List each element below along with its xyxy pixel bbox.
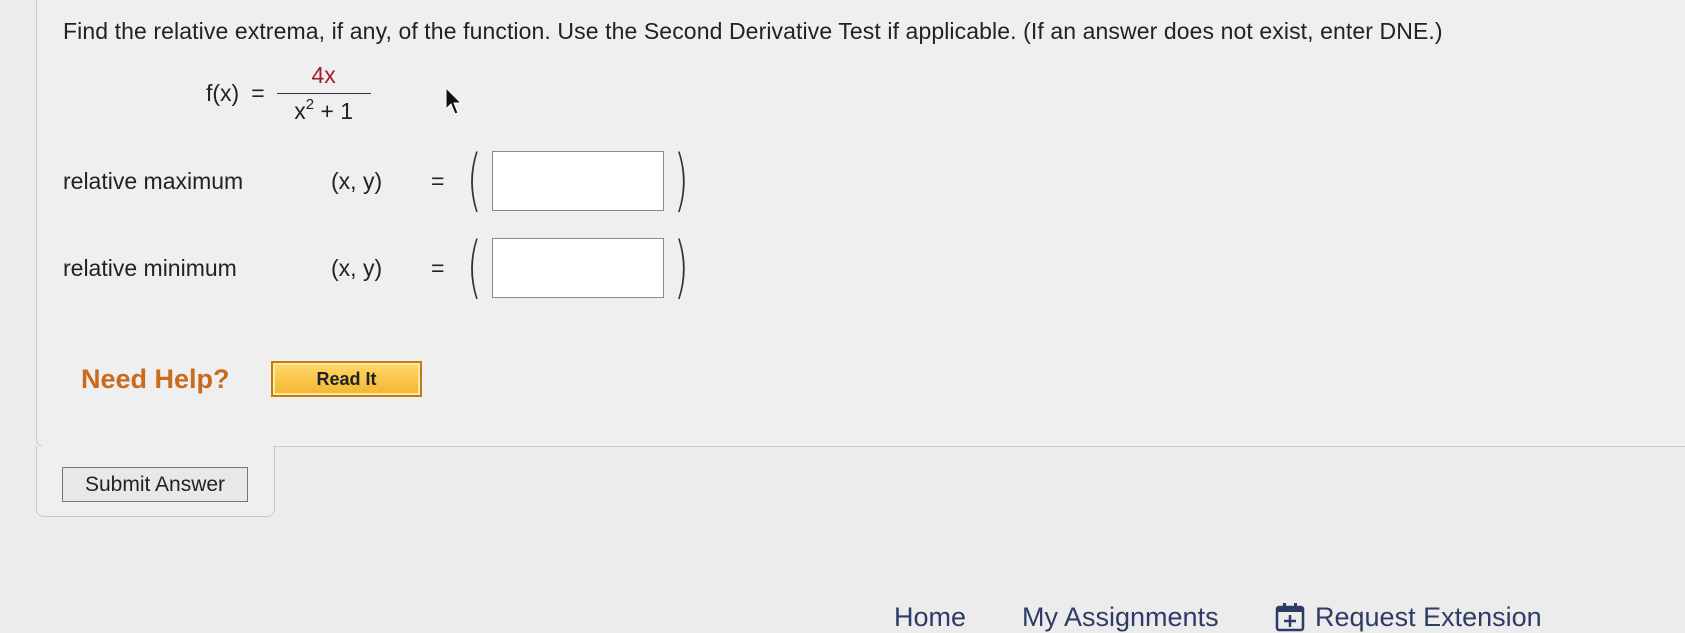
function-equals: = bbox=[251, 80, 265, 106]
divider bbox=[273, 446, 1685, 447]
need-help-label: Need Help? bbox=[81, 364, 230, 394]
relative-maximum-equals: = bbox=[431, 167, 445, 194]
request-extension-label: Request Extension bbox=[1315, 602, 1542, 632]
open-paren: ( bbox=[466, 228, 482, 307]
nav-request-extension-link[interactable]: Request Extension bbox=[1275, 602, 1542, 633]
read-it-button[interactable]: Read It bbox=[271, 361, 422, 397]
denominator-rest: + 1 bbox=[320, 98, 354, 124]
fraction: 4x x2 + 1 bbox=[276, 62, 371, 125]
relative-maximum-label: relative maximum bbox=[63, 167, 244, 194]
function-name: f(x) bbox=[206, 80, 240, 106]
denominator-exponent: 2 bbox=[305, 96, 315, 113]
close-paren: ) bbox=[673, 228, 689, 307]
open-paren: ( bbox=[466, 141, 482, 220]
close-paren: ) bbox=[673, 141, 689, 220]
question-text: Find the relative extrema, if any, of th… bbox=[63, 18, 1443, 44]
nav-my-assignments-link[interactable]: My Assignments bbox=[1022, 602, 1219, 633]
relative-maximum-row: relative maximum (x, y) = ( ) bbox=[63, 147, 694, 215]
relative-minimum-input[interactable] bbox=[491, 238, 664, 298]
nav-home-link[interactable]: Home bbox=[894, 602, 966, 633]
submit-answer-button[interactable]: Submit Answer bbox=[62, 467, 248, 502]
relative-minimum-row: relative minimum (x, y) = ( ) bbox=[63, 234, 694, 302]
relative-minimum-equals: = bbox=[431, 254, 445, 281]
relative-minimum-label: relative minimum bbox=[63, 254, 237, 281]
denominator-base: x bbox=[294, 98, 306, 124]
denominator: x2 + 1 bbox=[294, 94, 353, 125]
relative-maximum-var: (x, y) bbox=[331, 167, 383, 194]
relative-maximum-input[interactable] bbox=[491, 151, 664, 211]
calendar-plus-icon bbox=[1275, 603, 1305, 632]
numerator: 4x bbox=[311, 62, 336, 88]
relative-minimum-var: (x, y) bbox=[331, 254, 383, 281]
function-definition: f(x) = 4x x2 + 1 bbox=[206, 62, 371, 125]
mouse-pointer-icon bbox=[445, 87, 463, 115]
